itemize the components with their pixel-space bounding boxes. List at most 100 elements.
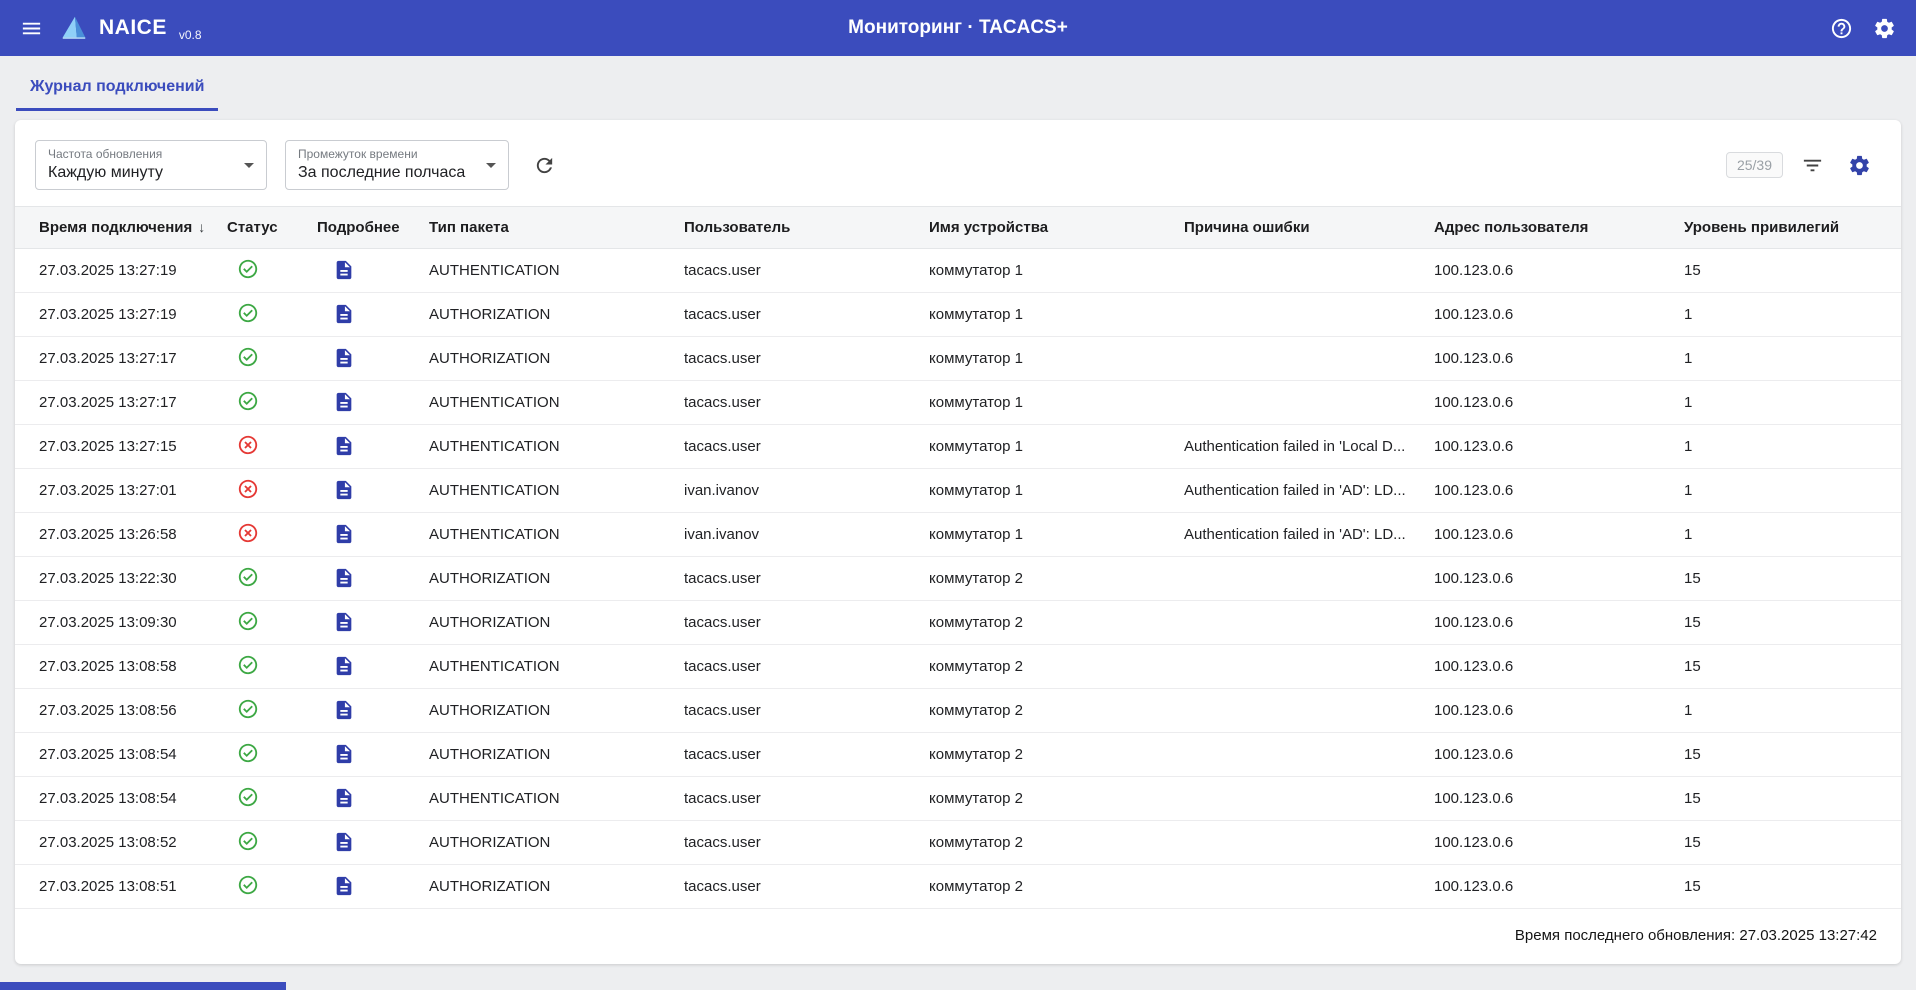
cell-device: коммутатор 2	[917, 733, 1172, 777]
cell-address: 100.123.0.6	[1422, 689, 1672, 733]
details-button[interactable]	[331, 785, 357, 811]
cell-status	[215, 293, 305, 337]
table-body: 27.03.2025 13:27:19 AUTHENTICATION tacac…	[15, 249, 1901, 909]
cell-details	[305, 733, 417, 777]
details-button[interactable]	[331, 609, 357, 635]
document-icon	[333, 259, 355, 281]
cell-address: 100.123.0.6	[1422, 601, 1672, 645]
cell-address: 100.123.0.6	[1422, 865, 1672, 909]
details-button[interactable]	[331, 433, 357, 459]
document-icon	[333, 787, 355, 809]
success-status-icon	[237, 302, 259, 324]
cell-address: 100.123.0.6	[1422, 513, 1672, 557]
cell-details	[305, 557, 417, 601]
column-header-privilege[interactable]: Уровень привилегий	[1672, 207, 1901, 249]
details-button[interactable]	[331, 521, 357, 547]
details-button[interactable]	[331, 873, 357, 899]
table-settings-button[interactable]	[1842, 148, 1877, 183]
cell-status	[215, 469, 305, 513]
refresh-rate-select-value: Каждую минуту	[48, 163, 236, 182]
cell-error-reason	[1172, 821, 1422, 865]
table-row: 27.03.2025 13:27:19 AUTHORIZATION tacacs…	[15, 293, 1901, 337]
column-header-time-label: Время подключения	[39, 219, 192, 236]
cell-user: tacacs.user	[672, 865, 917, 909]
column-header-details[interactable]: Подробнее	[305, 207, 417, 249]
column-header-status[interactable]: Статус	[215, 207, 305, 249]
details-button[interactable]	[331, 829, 357, 855]
cell-error-reason: Authentication failed in 'Local D...	[1172, 425, 1422, 469]
document-icon	[333, 699, 355, 721]
details-button[interactable]	[331, 345, 357, 371]
settings-button[interactable]	[1867, 11, 1902, 46]
cell-error-reason: Authentication failed in 'AD': LD...	[1172, 513, 1422, 557]
cell-privilege: 15	[1672, 645, 1901, 689]
cell-details	[305, 689, 417, 733]
time-range-select-label: Промежуток времени	[298, 148, 478, 161]
details-button[interactable]	[331, 257, 357, 283]
document-icon	[333, 611, 355, 633]
cell-user: ivan.ivanov	[672, 513, 917, 557]
tab-connection-log-label: Журнал подключений	[30, 78, 204, 96]
cell-error-reason	[1172, 689, 1422, 733]
table-row: 27.03.2025 13:27:01 AUTHENTICATION ivan.…	[15, 469, 1901, 513]
table-row: 27.03.2025 13:26:58 AUTHENTICATION ivan.…	[15, 513, 1901, 557]
details-button[interactable]	[331, 389, 357, 415]
filter-button[interactable]	[1795, 148, 1830, 183]
details-button[interactable]	[331, 653, 357, 679]
table-header-row: Время подключения ↓ Статус Подробнее Тип …	[15, 207, 1901, 249]
details-button[interactable]	[331, 477, 357, 503]
cell-address: 100.123.0.6	[1422, 821, 1672, 865]
document-icon	[333, 831, 355, 853]
cell-details	[305, 601, 417, 645]
connection-log-card: Частота обновления Каждую минуту Промежу…	[15, 120, 1901, 964]
cell-device: коммутатор 2	[917, 645, 1172, 689]
document-icon	[333, 435, 355, 457]
column-header-address[interactable]: Адрес пользователя	[1422, 207, 1672, 249]
column-header-packet-type[interactable]: Тип пакета	[417, 207, 672, 249]
cell-device: коммутатор 2	[917, 865, 1172, 909]
refresh-rate-select[interactable]: Частота обновления Каждую минуту	[35, 140, 267, 190]
cell-error-reason	[1172, 777, 1422, 821]
help-button[interactable]	[1824, 11, 1859, 46]
cell-details	[305, 249, 417, 293]
refresh-button[interactable]	[527, 148, 562, 183]
menu-button[interactable]	[14, 11, 49, 46]
cell-details	[305, 821, 417, 865]
sort-desc-icon[interactable]: ↓	[198, 219, 205, 235]
page-title: Мониторинг · TACACS+	[848, 17, 1068, 39]
cell-details	[305, 645, 417, 689]
cell-packet-type: AUTHORIZATION	[417, 821, 672, 865]
column-header-device[interactable]: Имя устройства	[917, 207, 1172, 249]
cell-time: 27.03.2025 13:08:54	[15, 777, 215, 821]
success-status-icon	[237, 346, 259, 368]
cell-device: коммутатор 1	[917, 293, 1172, 337]
cell-error-reason	[1172, 337, 1422, 381]
document-icon	[333, 303, 355, 325]
cell-error-reason: Authentication failed in 'AD': LD...	[1172, 469, 1422, 513]
horizontal-scrollbar-thumb[interactable]	[0, 982, 286, 990]
cell-privilege: 1	[1672, 513, 1901, 557]
details-button[interactable]	[331, 697, 357, 723]
cell-user: tacacs.user	[672, 777, 917, 821]
table-row: 27.03.2025 13:27:15 AUTHENTICATION tacac…	[15, 425, 1901, 469]
last-update-text: Время последнего обновления: 27.03.2025 …	[15, 909, 1901, 964]
cell-device: коммутатор 2	[917, 557, 1172, 601]
column-header-user[interactable]: Пользователь	[672, 207, 917, 249]
column-header-time[interactable]: Время подключения ↓	[15, 207, 215, 249]
details-button[interactable]	[331, 301, 357, 327]
gear-icon	[1848, 154, 1871, 177]
success-status-icon	[237, 742, 259, 764]
cell-status	[215, 513, 305, 557]
cell-error-reason	[1172, 381, 1422, 425]
details-button[interactable]	[331, 741, 357, 767]
cell-user: tacacs.user	[672, 733, 917, 777]
tab-connection-log[interactable]: Журнал подключений	[16, 65, 218, 111]
time-range-select[interactable]: Промежуток времени За последние полчаса	[285, 140, 509, 190]
details-button[interactable]	[331, 565, 357, 591]
cell-privilege: 15	[1672, 601, 1901, 645]
cell-address: 100.123.0.6	[1422, 645, 1672, 689]
column-header-error-reason[interactable]: Причина ошибки	[1172, 207, 1422, 249]
cell-address: 100.123.0.6	[1422, 381, 1672, 425]
cell-error-reason	[1172, 249, 1422, 293]
table-row: 27.03.2025 13:27:17 AUTHORIZATION tacacs…	[15, 337, 1901, 381]
